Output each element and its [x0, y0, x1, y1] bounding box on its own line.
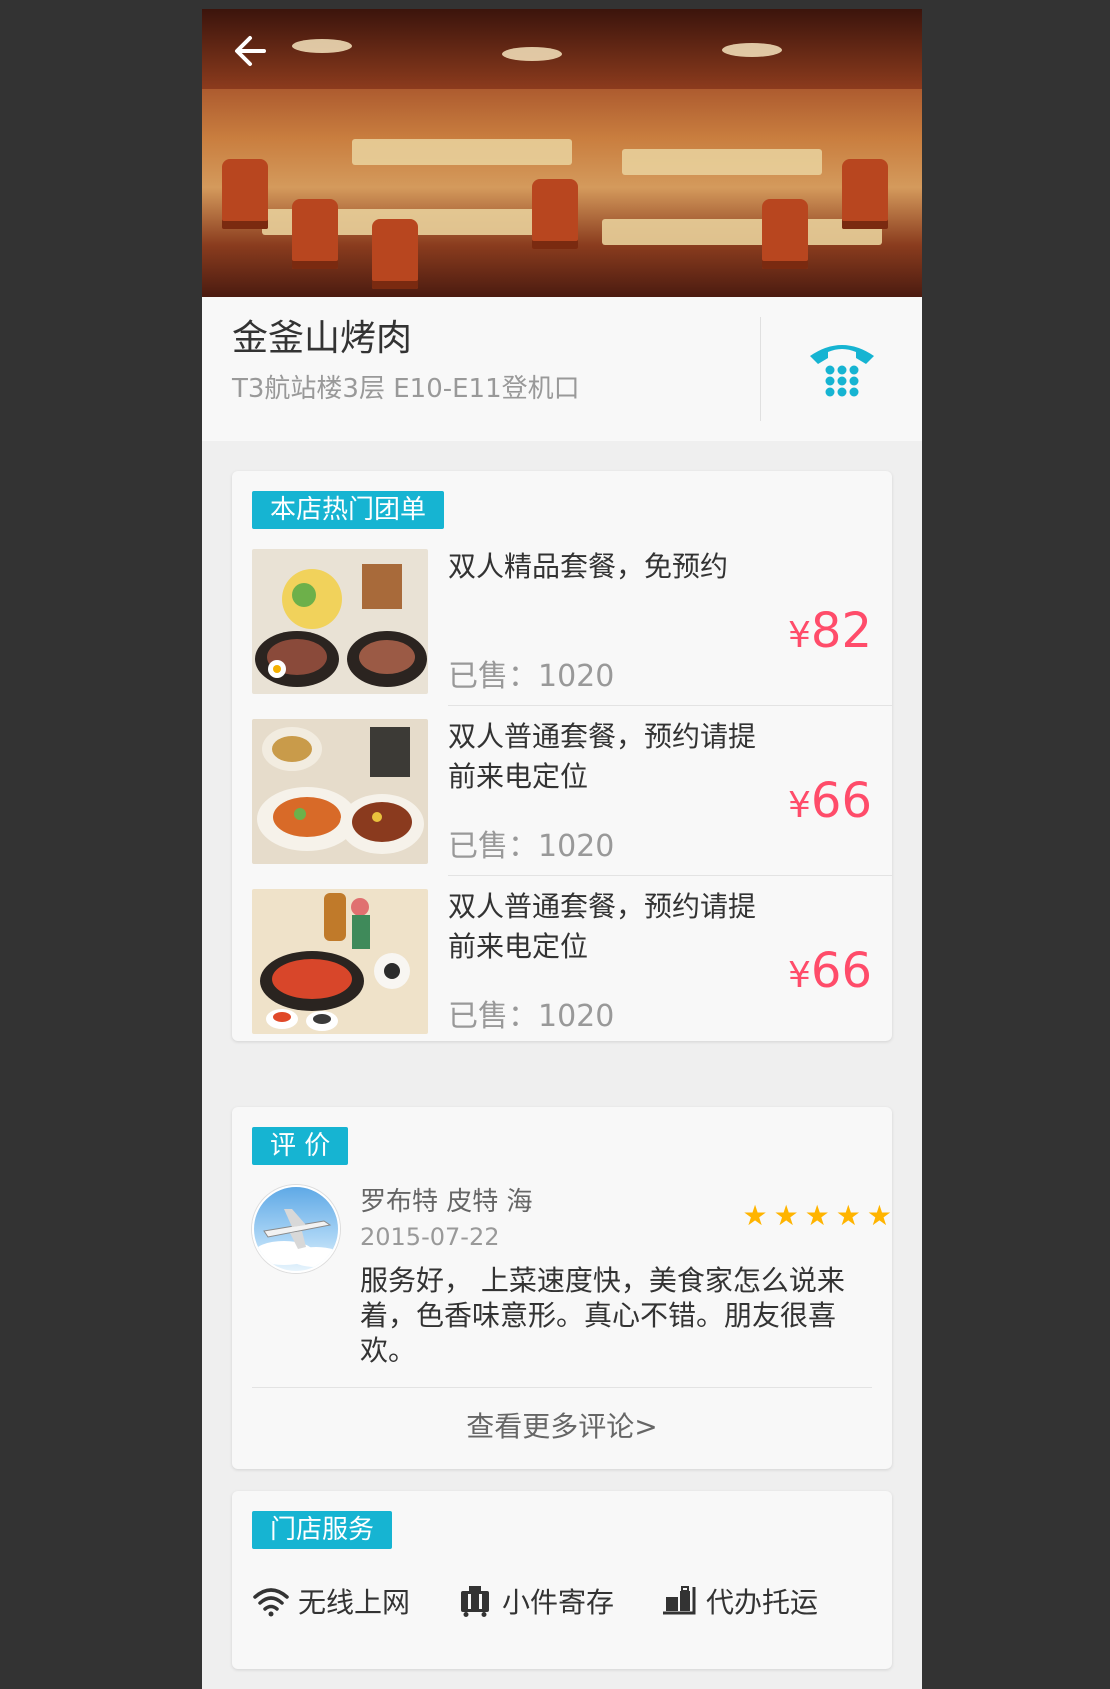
service-item-wifi[interactable]: 无线上网 [252, 1581, 410, 1621]
baggage-cart-icon [663, 1586, 696, 1615]
store-services-card: 门店服务 无线上网 小件寄存 代办托运 [232, 1491, 892, 1669]
wifi-icon [253, 1588, 289, 1617]
deal-thumbnail [252, 719, 428, 864]
back-button[interactable] [230, 31, 274, 71]
deal-sold-count: 已售：1020 [448, 829, 615, 864]
services-list: 无线上网 小件寄存 代办托运 [252, 1581, 872, 1621]
restaurant-hero-image [202, 9, 922, 297]
currency-symbol: ¥ [788, 955, 811, 996]
service-item-baggage[interactable]: 代办托运 [660, 1581, 818, 1621]
review-text: 服务好， 上菜速度快，美食家怎么说来着，色香味意形。真心不错。朋友很喜欢。 [360, 1264, 845, 1367]
price-value: 66 [810, 773, 872, 829]
deal-sold-count: 已售：1020 [448, 999, 615, 1034]
hot-deals-tag: 本店热门团单 [252, 491, 445, 529]
star-rating: ★ ★ ★ ★ ★ [742, 1201, 892, 1231]
currency-symbol: ¥ [788, 615, 811, 656]
reviewer-name: 罗布特 皮特 海 [360, 1187, 533, 1217]
arrow-left-icon [235, 36, 266, 66]
star-icon: ★ [804, 1199, 830, 1232]
review-date: 2015-07-22 [360, 1223, 500, 1251]
price-value: 66 [810, 943, 872, 999]
deal-title: 双人精品套餐，免预约 [448, 550, 729, 583]
deal-item[interactable]: 双人精品套餐，免预约 已售：1020 ¥82 [252, 541, 892, 706]
telephone-icon [810, 345, 874, 397]
service-label: 代办托运 [706, 1586, 819, 1619]
service-label: 小件寄存 [502, 1586, 615, 1619]
deal-item[interactable]: 双人普通套餐，预约请提前来电定位 已售：1020 ¥66 [252, 711, 892, 876]
star-icon: ★ [742, 1199, 768, 1232]
deal-sold-count: 已售：1020 [448, 659, 615, 694]
deal-price: ¥66 [788, 941, 872, 1012]
app-screen: 金釜山烤肉 T3航站楼3层 E10-E11登机口 本店热门团单 双人精品套餐，免… [202, 9, 922, 1689]
review-tag: 评 价 [252, 1127, 349, 1165]
deal-thumbnail [252, 889, 428, 1034]
call-button[interactable] [760, 317, 922, 421]
deal-item[interactable]: 双人普通套餐，预约请提前来电定位 已售：1020 ¥66 [252, 881, 892, 1046]
divider [448, 875, 892, 876]
divider [252, 1387, 872, 1388]
divider [448, 705, 892, 706]
service-item-storage[interactable]: 小件寄存 [456, 1581, 614, 1621]
deal-title: 双人普通套餐，预约请提前来电定位 [448, 890, 757, 963]
hot-deals-card: 本店热门团单 双人精品套餐，免预约 已售：1020 ¥82 双人普通套餐，预约请… [232, 471, 892, 1041]
services-tag: 门店服务 [252, 1511, 393, 1549]
review-card: 评 价 罗布特 皮特 海 2015-07-22 ★ ★ ★ ★ ★ 服务好， 上… [232, 1107, 892, 1469]
star-icon: ★ [866, 1199, 892, 1232]
view-more-reviews-link[interactable]: 查看更多评论> [232, 1407, 892, 1447]
currency-symbol: ¥ [788, 785, 811, 826]
star-icon: ★ [773, 1199, 799, 1232]
shop-address: T3航站楼3层 E10-E11登机口 [232, 374, 580, 404]
deal-thumbnail [252, 549, 428, 694]
price-value: 82 [810, 603, 872, 659]
luggage-icon [461, 1586, 490, 1617]
shop-name: 金釜山烤肉 [232, 318, 413, 359]
deal-price: ¥66 [788, 771, 872, 842]
shop-info-panel: 金釜山烤肉 T3航站楼3层 E10-E11登机口 [202, 297, 922, 441]
deal-price: ¥82 [788, 601, 872, 672]
service-label: 无线上网 [298, 1586, 411, 1619]
avatar [252, 1185, 340, 1273]
star-icon: ★ [835, 1199, 861, 1232]
deal-title: 双人普通套餐，预约请提前来电定位 [448, 720, 757, 793]
